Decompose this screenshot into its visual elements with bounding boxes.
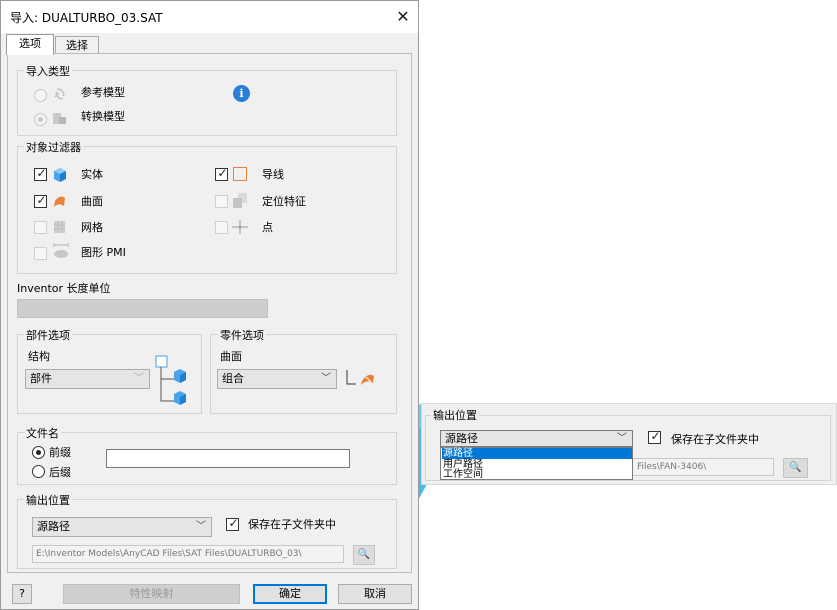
output-location-combo[interactable]: 源路径 ﹀ <box>32 517 212 537</box>
location-dropdown-list: 源路径 用户路径 工作空间 <box>440 447 633 480</box>
point-icon <box>232 220 248 234</box>
save-subfolder-label: 保存在子文件夹中 <box>248 518 336 531</box>
browse-folder-icon: 🔍 <box>357 549 371 560</box>
point-label: 点 <box>262 221 273 234</box>
close-button[interactable]: ✕ <box>391 6 415 28</box>
assembly-structure-icon <box>155 355 186 405</box>
check-icon: ✓ <box>36 166 47 180</box>
zoom-save-subfolder-label: 保存在子文件夹中 <box>671 433 759 446</box>
filename-title: 文件名 <box>24 425 61 441</box>
work-feature-label: 定位特征 <box>262 195 306 208</box>
prefix-radio[interactable] <box>32 446 45 459</box>
surface-value: 组合 <box>222 372 244 385</box>
output-path-field[interactable]: E:\Inventor Models\AnyCAD Files\SAT File… <box>32 545 344 563</box>
graphics-pmi-icon <box>53 243 69 258</box>
title-bar: 导入: DUALTURBO_03.SAT ✕ <box>1 1 418 33</box>
wire-checkbox[interactable]: ✓ <box>215 166 228 181</box>
tab-options[interactable]: 选项 <box>6 34 54 55</box>
composite-surface-icon <box>346 370 374 385</box>
chevron-down-icon: ﹀ <box>196 521 206 532</box>
zoom-path-text: Files\FAN-3406\ <box>637 462 707 472</box>
mesh-checkbox[interactable] <box>34 221 47 234</box>
convert-model-icon <box>53 113 66 124</box>
dropdown-option-source-path[interactable]: 源路径 <box>442 448 632 459</box>
zoom-location-value: 源路径 <box>445 432 478 445</box>
browse-button[interactable]: 🔍 <box>353 545 375 565</box>
mesh-icon <box>54 221 65 233</box>
chevron-down-icon: ﹀ <box>134 373 144 384</box>
convert-model-label: 转换模型 <box>81 110 125 123</box>
ok-button[interactable]: 确定 <box>253 584 327 604</box>
object-filter-title: 对象过滤器 <box>24 139 83 155</box>
property-mapping-button[interactable]: 特性映射 <box>63 584 240 604</box>
dropdown-option-workspace[interactable]: 工作空间 <box>442 469 632 480</box>
filename-input[interactable] <box>106 449 350 468</box>
prefix-label: 前缀 <box>49 446 71 459</box>
graphics-pmi-label: 图形 PMI <box>81 246 126 259</box>
zoom-inset: 输出位置 源路径 ﹀ ✓ 保存在子文件夹中 Files\FAN-3406\ 🔍 源… <box>421 403 837 485</box>
surface-checkbox[interactable]: ✓ <box>34 193 47 208</box>
solid-label: 实体 <box>81 168 103 181</box>
output-location-title: 输出位置 <box>24 492 72 508</box>
import-dialog: 导入: DUALTURBO_03.SAT ✕ 选项 选择 导入类型 参考模型 转… <box>0 0 419 610</box>
units-dropdown[interactable] <box>17 299 268 318</box>
object-filter-group <box>17 146 397 274</box>
assembly-options-title: 部件选项 <box>24 327 72 343</box>
mesh-label: 网格 <box>81 221 103 234</box>
surface-option-label: 曲面 <box>220 350 242 363</box>
check-icon: ✓ <box>217 166 228 180</box>
graphics-pmi-checkbox[interactable] <box>34 247 47 260</box>
surface-label: 曲面 <box>81 195 103 208</box>
surface-combo[interactable]: 组合 ﹀ <box>217 369 337 389</box>
structure-label: 结构 <box>28 350 50 363</box>
structure-combo[interactable]: 部件 ﹀ <box>25 369 150 389</box>
zoom-browse-button[interactable]: 🔍 <box>783 458 808 478</box>
units-label: Inventor 长度单位 <box>17 282 111 295</box>
import-type-group <box>17 70 397 136</box>
part-options-title: 零件选项 <box>218 327 266 343</box>
suffix-label: 后缀 <box>49 466 71 479</box>
reference-model-radio[interactable] <box>34 89 47 102</box>
zoom-location-combo[interactable]: 源路径 ﹀ <box>440 430 633 447</box>
convert-model-radio[interactable] <box>34 113 47 126</box>
options-panel: 导入类型 参考模型 转换模型 i 对象过滤器 ✓ 实体 ✓ 曲面 网格 图形 P… <box>7 53 412 573</box>
chevron-down-icon: ﹀ <box>321 373 331 384</box>
surface-icon <box>54 196 65 207</box>
import-type-title: 导入类型 <box>24 63 72 79</box>
help-button[interactable]: ? <box>12 584 32 604</box>
solid-checkbox[interactable]: ✓ <box>34 166 47 181</box>
solid-cube-icon <box>54 168 66 182</box>
wire-icon <box>233 167 247 181</box>
check-icon: ✓ <box>228 516 239 530</box>
output-location-value: 源路径 <box>37 520 70 533</box>
info-icon[interactable]: i <box>233 85 250 102</box>
structure-value: 部件 <box>30 372 52 385</box>
suffix-radio[interactable] <box>32 465 45 478</box>
link-icon <box>54 88 65 100</box>
zoom-save-subfolder-checkbox[interactable]: ✓ <box>648 429 661 444</box>
check-icon: ✓ <box>36 193 47 207</box>
cancel-button[interactable]: 取消 <box>338 584 412 604</box>
zoom-output-title: 输出位置 <box>431 407 479 423</box>
tab-selection[interactable]: 选择 <box>55 36 99 54</box>
work-feature-checkbox[interactable] <box>215 195 228 208</box>
chevron-down-icon: ﹀ <box>617 433 627 444</box>
point-checkbox[interactable] <box>215 221 228 234</box>
work-feature-icon <box>233 193 247 208</box>
dialog-title: 导入: DUALTURBO_03.SAT <box>10 11 163 25</box>
wire-label: 导线 <box>262 168 284 181</box>
browse-folder-icon: 🔍 <box>789 462 802 473</box>
reference-model-label: 参考模型 <box>81 86 125 99</box>
save-subfolder-checkbox[interactable]: ✓ <box>226 516 239 531</box>
check-icon: ✓ <box>650 429 661 443</box>
